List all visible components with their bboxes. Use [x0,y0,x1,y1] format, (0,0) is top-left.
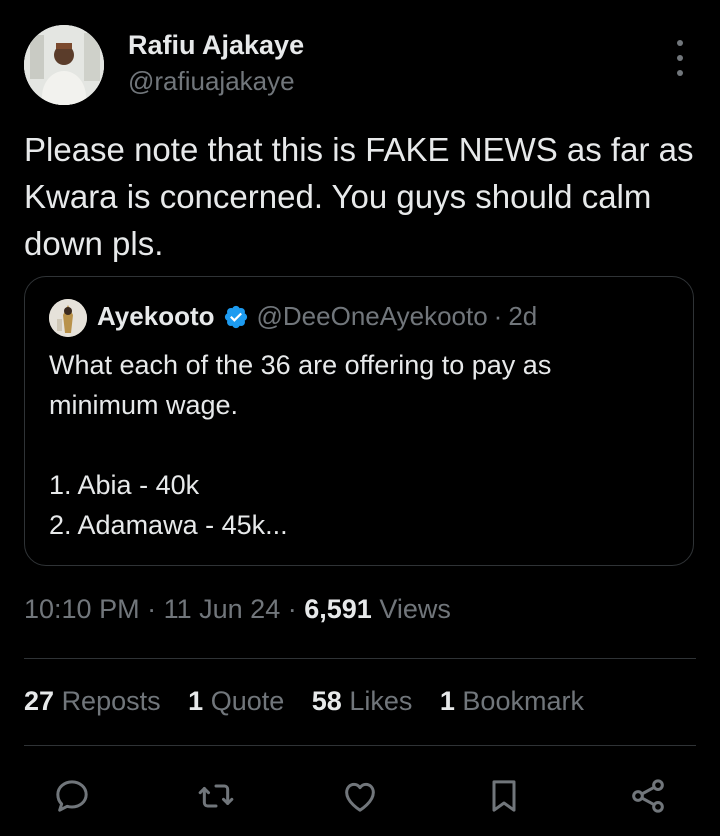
quoted-tweet-time[interactable]: 2d [508,301,537,332]
bookmarks-count: 1 [439,686,455,716]
quoted-tweet-card[interactable]: Ayekooto @DeeOneAyekooto · 2d What each … [24,276,694,566]
quoted-tweet-text: What each of the 36 are offering to pay … [49,345,669,545]
reply-icon[interactable] [48,772,96,820]
bookmark-icon[interactable] [480,772,528,820]
like-icon[interactable] [336,772,384,820]
profile-photo [24,25,104,105]
views-label: Views [379,594,451,624]
tweet-text: Please note that this is FAKE NEWS as fa… [24,131,694,262]
divider [24,658,696,659]
more-dot [677,70,683,76]
quotes-label: Quote [210,686,285,716]
quoted-text-line [49,425,669,465]
quoted-text-line: 2. Adamawa - 45k... [49,510,288,540]
verified-badge-icon [223,304,249,330]
bookmarks-stat[interactable]: 1 Bookmark [440,686,584,716]
more-dot [677,40,683,46]
action-bar [0,772,720,820]
quoted-author-avatar[interactable] [49,299,87,337]
quoted-text-line: What each of the 36 are offering to pay … [49,350,552,380]
separator-dot: · [147,594,157,624]
more-dot [677,55,683,61]
more-options-icon[interactable] [666,40,694,76]
divider [24,745,696,746]
quoted-text-line: 1. Abia - 40k [49,470,200,500]
quoted-profile-photo [49,299,87,337]
quoted-tweet-header: Ayekooto @DeeOneAyekooto · 2d [97,301,537,332]
likes-count: 58 [311,686,342,716]
separator-dot: · [287,594,297,624]
share-icon[interactable] [624,772,672,820]
quoted-author-handle[interactable]: @DeeOneAyekooto [257,301,488,332]
reposts-count: 27 [24,686,55,716]
quotes-stat[interactable]: 1 Quote [188,686,284,716]
bookmarks-label: Bookmark [462,686,584,716]
repost-icon[interactable] [192,772,240,820]
likes-label: Likes [349,686,413,716]
likes-stat[interactable]: 58 Likes [312,686,413,716]
tweet-date[interactable]: 11 Jun 24 [164,594,281,624]
quotes-count: 1 [188,686,204,716]
tweet-time[interactable]: 10:10 PM [24,594,140,624]
engagement-stats: 27 Reposts 1 Quote 58 Likes 1 Bookmark [24,686,604,717]
author-avatar[interactable] [24,25,104,105]
author-handle[interactable]: @rafiuajakaye [128,66,295,97]
quoted-author-name[interactable]: Ayekooto [97,301,215,332]
views-count: 6,591 [304,594,372,624]
reposts-stat[interactable]: 27 Reposts [24,686,161,716]
tweet-meta: 10:10 PM · 11 Jun 24 · 6,591 Views [24,594,451,625]
author-name[interactable]: Rafiu Ajakaye [128,30,304,61]
separator-dot: · [493,301,503,331]
quoted-text-line: minimum wage. [49,390,239,420]
reposts-label: Reposts [61,686,161,716]
